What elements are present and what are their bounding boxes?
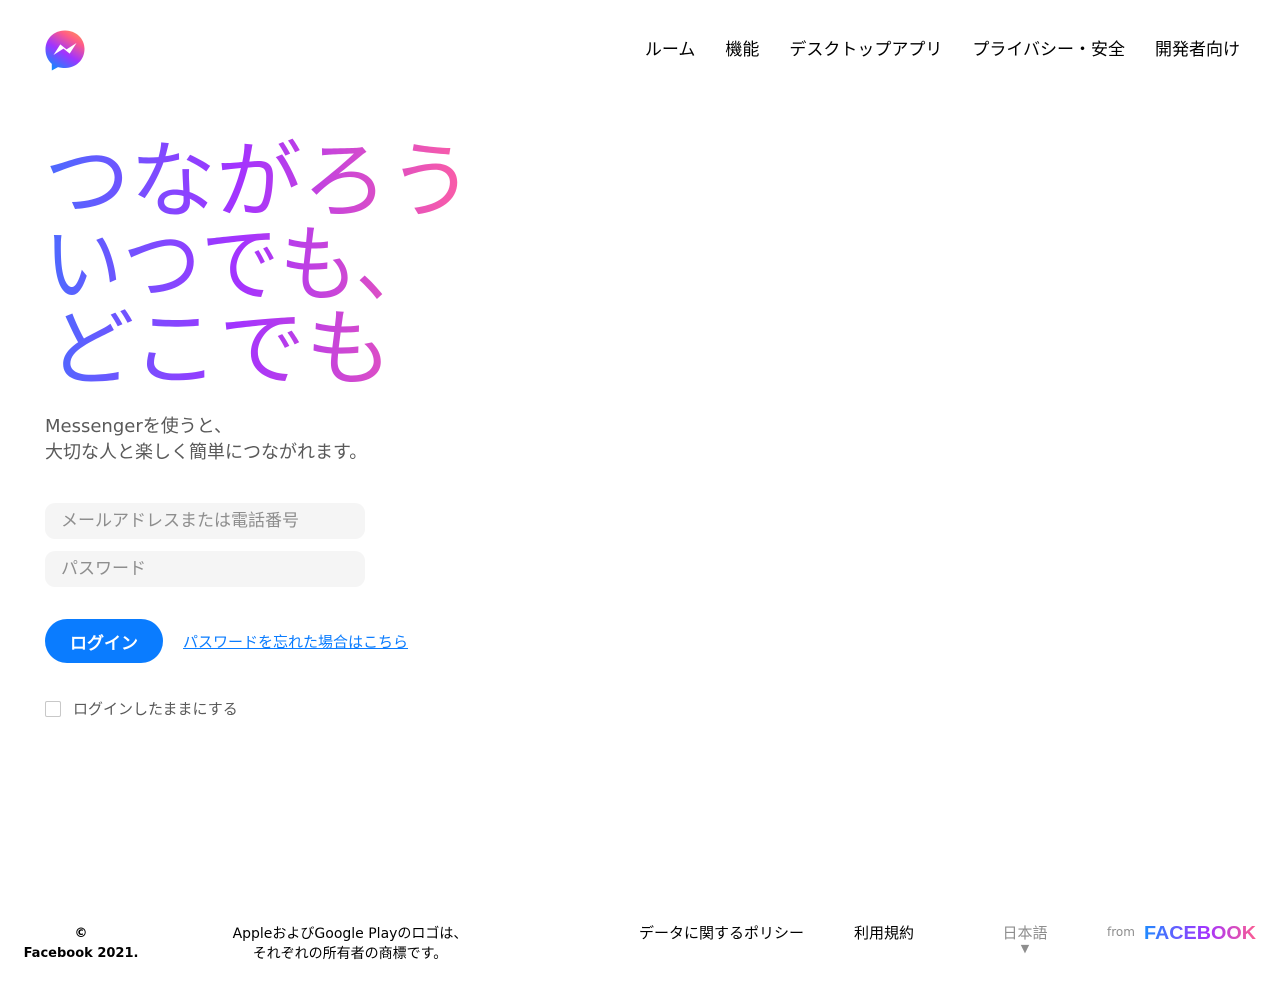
subtitle-line-2: 大切な人と楽しく簡単につながれます。 <box>45 442 368 463</box>
footer-copyright: © Facebook 2021. <box>20 924 142 964</box>
messenger-login-page: ルーム 機能 デスクトップアプリ プライバシー・安全 開発者向け つながろう い… <box>0 0 1284 982</box>
from-label: from <box>1107 925 1135 939</box>
copyright-text: Facebook 2021. <box>23 946 139 961</box>
facebook-wordmark: FACEBOOK <box>1144 923 1256 942</box>
data-policy-link[interactable]: データに関するポリシー <box>639 922 804 943</box>
hero-line-3: どこでも <box>48 300 392 398</box>
footer-trademark-notice: AppleおよびGoogle Playのロゴは、 それぞれの所有者の商標です。 <box>225 924 475 964</box>
subtitle-line-1: Messengerを使うと、 <box>45 416 233 437</box>
nav-privacy-safety[interactable]: プライバシー・安全 <box>972 38 1125 62</box>
nav-features[interactable]: 機能 <box>725 38 759 62</box>
from-facebook: from FACEBOOK <box>1107 922 1258 942</box>
keep-logged-in-label: ログインしたままにする <box>73 700 238 718</box>
copyright-symbol: © <box>74 926 88 941</box>
email-or-phone-input[interactable] <box>45 503 365 539</box>
messenger-logo-icon[interactable] <box>44 29 86 71</box>
checkbox-square-icon[interactable] <box>45 700 61 717</box>
login-button[interactable]: ログイン <box>45 619 163 663</box>
nav-developers[interactable]: 開発者向け <box>1155 38 1240 62</box>
password-input[interactable] <box>45 551 365 587</box>
trademark-line-2: それぞれの所有者の商標です。 <box>252 946 448 962</box>
keep-logged-in-checkbox[interactable]: ログインしたままにする <box>45 698 238 719</box>
nav-desktop-app[interactable]: デスクトップアプリ <box>789 38 942 62</box>
language-label: 日本語 <box>1002 924 1048 942</box>
hero-headline: つながろう いつでも、 どこでも <box>44 124 564 400</box>
nav-rooms[interactable]: ルーム <box>645 38 696 62</box>
hero-subtitle: Messengerを使うと、 大切な人と楽しく簡単につながれます。 <box>45 414 367 466</box>
trademark-line-1: AppleおよびGoogle Playのロゴは、 <box>232 926 468 942</box>
facebook-brand-text: FACEBOOK <box>1144 923 1256 942</box>
language-selector[interactable]: 日本語 ▼ <box>1000 922 1050 955</box>
forgot-password-link[interactable]: パスワードを忘れた場合はこちら <box>183 631 408 652</box>
caret-down-icon: ▼ <box>1020 942 1030 955</box>
top-navigation: ルーム 機能 デスクトップアプリ プライバシー・安全 開発者向け <box>645 38 1240 62</box>
terms-link[interactable]: 利用規約 <box>854 922 914 943</box>
